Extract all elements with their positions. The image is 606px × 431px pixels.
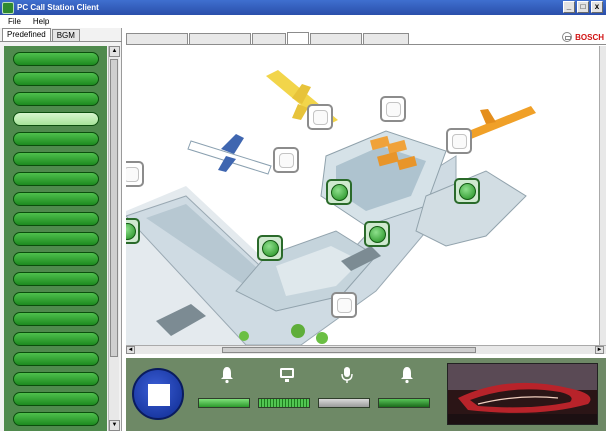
map-tab[interactable]: [363, 33, 409, 44]
zone-button[interactable]: [13, 132, 99, 146]
scroll-left-button[interactable]: ◄: [126, 346, 135, 354]
control-bar: [126, 358, 606, 431]
speaker-node-active[interactable]: [364, 221, 390, 247]
monitor-icon: [280, 368, 294, 382]
map-horizontal-scrollbar[interactable]: ◄ ►: [126, 345, 606, 354]
zone-button[interactable]: [13, 332, 99, 346]
terminal-illustration: [126, 70, 536, 345]
stop-square-icon: [148, 384, 170, 406]
map-tab[interactable]: [310, 33, 362, 44]
map-tab[interactable]: [126, 33, 188, 44]
menu-help[interactable]: Help: [33, 17, 49, 26]
speaker-node[interactable]: [446, 128, 472, 154]
stop-button[interactable]: [132, 368, 184, 420]
scroll-thumb[interactable]: [110, 59, 118, 357]
maximize-button[interactable]: □: [577, 1, 589, 13]
map-tab[interactable]: [189, 33, 251, 44]
message-control[interactable]: [258, 366, 316, 410]
brand: BOSCH: [562, 32, 604, 42]
speaker-node-active[interactable]: [126, 218, 140, 244]
aircraft-blue: [187, 134, 272, 175]
speaker-node[interactable]: [273, 147, 299, 173]
message-level-bar[interactable]: [258, 398, 310, 408]
zone-button[interactable]: [13, 232, 99, 246]
zone-button[interactable]: [13, 312, 99, 326]
speaker-node[interactable]: [380, 96, 406, 122]
map-tab-active[interactable]: [287, 32, 309, 44]
bell-icon: [401, 367, 413, 384]
map-tab[interactable]: [252, 33, 286, 44]
zone-list: [4, 46, 107, 431]
speaker-node[interactable]: [307, 104, 333, 130]
venue-thumbnail: [447, 363, 598, 425]
minimize-button[interactable]: _: [563, 1, 575, 13]
zone-button-selected[interactable]: [13, 112, 99, 126]
speaker-node[interactable]: [126, 161, 144, 187]
zone-panel-tabs: Predefined BGM: [0, 28, 122, 42]
end-chime-control[interactable]: [378, 366, 436, 410]
zone-button[interactable]: [13, 372, 99, 386]
chime-level-bar[interactable]: [198, 398, 250, 408]
title-bar: PC Call Station Client _ □ x: [0, 0, 606, 15]
zone-button[interactable]: [13, 172, 99, 186]
zone-button[interactable]: [13, 272, 99, 286]
zone-button[interactable]: [13, 52, 99, 66]
chime-control[interactable]: [198, 366, 256, 410]
tab-bgm[interactable]: BGM: [51, 29, 80, 41]
bosch-logo-icon: [562, 32, 573, 42]
menu-bar: File Help: [0, 15, 606, 27]
map-vertical-scrollbar[interactable]: [599, 46, 606, 345]
zone-button[interactable]: [13, 392, 99, 406]
zone-button[interactable]: [13, 212, 99, 226]
speaker-node-active[interactable]: [326, 179, 352, 205]
zone-button[interactable]: [13, 412, 99, 426]
microphone-icon: [341, 367, 353, 383]
zone-button[interactable]: [13, 72, 99, 86]
zone-button[interactable]: [13, 292, 99, 306]
microphone-control[interactable]: [318, 366, 376, 410]
tab-predefined[interactable]: Predefined: [2, 28, 51, 41]
zone-button[interactable]: [13, 152, 99, 166]
app-icon: [2, 1, 14, 14]
zone-button[interactable]: [13, 252, 99, 266]
zone-list-scrollbar[interactable]: ▲ ▼: [108, 46, 120, 431]
scroll-down-button[interactable]: ▼: [109, 420, 120, 431]
zone-button[interactable]: [13, 192, 99, 206]
window-controls: _ □ x: [563, 1, 603, 13]
app-window: PC Call Station Client _ □ x File Help P…: [0, 0, 606, 431]
zone-button[interactable]: [13, 352, 99, 366]
window-title: PC Call Station Client: [17, 3, 99, 12]
end-chime-level-bar[interactable]: [378, 398, 430, 408]
zone-panel: Predefined BGM ▲ ▼: [0, 28, 122, 431]
scroll-right-button[interactable]: ►: [595, 346, 604, 354]
menu-file[interactable]: File: [8, 17, 21, 26]
speaker-node-active[interactable]: [257, 235, 283, 261]
bell-icon: [221, 367, 233, 384]
speaker-node[interactable]: [331, 292, 357, 318]
airport-map[interactable]: [126, 46, 599, 345]
brand-name: BOSCH: [575, 32, 604, 42]
zone-button[interactable]: [13, 92, 99, 106]
close-button[interactable]: x: [591, 1, 603, 13]
scroll-thumb[interactable]: [222, 347, 476, 353]
scroll-up-button[interactable]: ▲: [109, 46, 120, 57]
microphone-level-bar[interactable]: [318, 398, 370, 408]
map-tabs: [126, 32, 606, 45]
speaker-node-active[interactable]: [454, 178, 480, 204]
venue-image: [448, 364, 597, 424]
